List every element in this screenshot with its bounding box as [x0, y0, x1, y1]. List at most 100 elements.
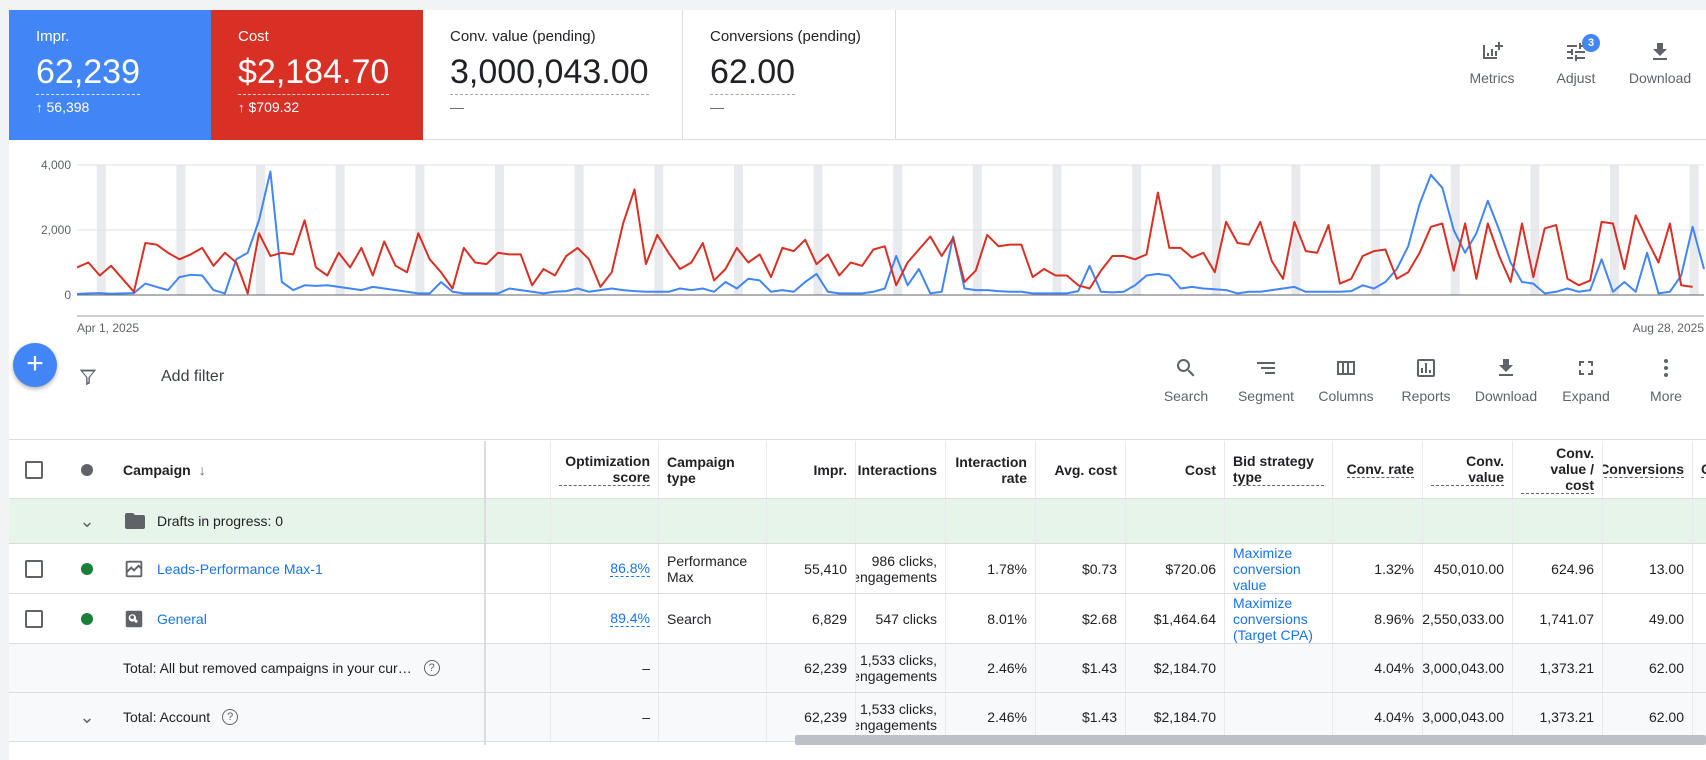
scorecard-conv-value[interactable]: Conv. value (pending) 3,000,043.00 — — [423, 10, 683, 140]
avg-cost-cell: $2.68 — [1036, 594, 1126, 643]
more-tool[interactable]: More — [1626, 356, 1706, 404]
reports-tool[interactable]: Reports — [1386, 356, 1466, 404]
conv-rate-cell: 1.32% — [1333, 544, 1423, 593]
interaction-rate-header-label: Interaction rate — [955, 453, 1027, 486]
cost-header[interactable]: Cost — [1126, 441, 1225, 498]
help-icon[interactable]: ? — [423, 660, 440, 676]
status-enabled-icon[interactable] — [81, 562, 93, 575]
add-filter-button[interactable]: Add filter — [161, 368, 224, 386]
avg-cost-header[interactable]: Avg. cost — [1036, 441, 1126, 498]
download-label: Download — [1628, 70, 1692, 86]
bid-strategy-link[interactable]: Maximize conversion value — [1233, 545, 1324, 593]
segment-icon — [1257, 362, 1275, 374]
table-row[interactable]: General 89.4% Search 6,829 547 clicks 8.… — [9, 594, 1706, 644]
more-tool-label: More — [1650, 388, 1682, 404]
select-all-checkbox[interactable] — [25, 460, 43, 479]
drafts-empty — [856, 499, 946, 543]
chevron-down-icon[interactable]: ⌄ — [79, 511, 94, 532]
opt-score-link[interactable]: 89.4% — [610, 610, 650, 627]
interactions-cell: 547 clicks — [856, 594, 946, 643]
interaction-rate-cell: 1.78% — [946, 544, 1036, 593]
row-spacer — [485, 544, 551, 593]
avg-cost-cell: $0.73 — [1036, 544, 1126, 593]
conversions-header-label: Conversions — [1603, 461, 1684, 478]
drafts-empty — [659, 499, 767, 543]
total-type-empty — [659, 644, 767, 692]
folder-icon — [125, 513, 145, 529]
filter-icon[interactable] — [77, 366, 99, 388]
conv-rate-header[interactable]: Conv. rate — [1333, 441, 1423, 498]
conv-value-header[interactable]: Conv. value — [1423, 441, 1513, 498]
expand-tool[interactable]: Expand — [1546, 356, 1626, 404]
chevron-down-icon[interactable]: ⌄ — [79, 707, 94, 728]
row-select-cell — [9, 594, 59, 643]
interaction-rate-header[interactable]: Interaction rate — [946, 441, 1036, 498]
conv-value-header-label: Conv. value — [1431, 453, 1504, 486]
metrics-label: Metrics — [1469, 70, 1515, 86]
scorecard-delta: ↑ 56,398 — [36, 99, 184, 115]
row-checkbox[interactable] — [25, 559, 43, 578]
campaign-header[interactable]: Campaign ↓ — [115, 441, 485, 498]
total-conv-value: 3,000,043.00 — [1423, 693, 1513, 741]
drafts-empty — [1126, 499, 1225, 543]
total-interactions: 1,533 clicks, engagements — [856, 693, 946, 741]
opt-score-cell: 89.4% — [551, 594, 659, 643]
arrow-up-icon: ↑ — [238, 99, 245, 115]
opt-score-header[interactable]: Optimization score — [551, 441, 659, 498]
conv-rate-header-label: Conv. rate — [1346, 461, 1414, 478]
scorecard-label: Conv. value (pending) — [450, 28, 596, 45]
download-icon — [1499, 359, 1513, 376]
frozen-column-divider[interactable] — [484, 441, 486, 745]
campaign-type-header[interactable]: Campaign type — [659, 441, 767, 498]
search-icon — [1177, 359, 1195, 377]
table-row[interactable]: Leads-Performance Max-1 86.8% Performanc… — [9, 544, 1706, 594]
campaign-name-link[interactable]: General — [157, 611, 207, 627]
scorecard-label: Impr. — [36, 28, 70, 45]
campaign-name-link[interactable]: Leads-Performance Max-1 — [157, 561, 323, 577]
drafts-spacer — [485, 499, 551, 543]
columns-tool[interactable]: Columns — [1306, 356, 1386, 404]
drafts-row[interactable]: ⌄ Drafts in progress: 0 — [9, 499, 1706, 544]
conversions-cell: 13.00 — [1603, 544, 1693, 593]
x-start-label: Apr 1, 2025 — [77, 321, 139, 335]
status-header-cell — [59, 441, 115, 498]
search-tool-label: Search — [1163, 388, 1209, 404]
scorecard-conversions[interactable]: Conversions (pending) 62.00 — — [683, 10, 896, 140]
download-tool[interactable]: Download — [1466, 356, 1546, 404]
drafts-empty — [551, 499, 659, 543]
series-line-impr — [76, 170, 1705, 295]
impr-header[interactable]: Impr. — [767, 441, 856, 498]
opt-score-link[interactable]: 86.8% — [610, 560, 650, 577]
scorecard-impressions[interactable]: Impr. 62,239 ↑ 56,398 — [9, 10, 211, 140]
scorecard-value: 62.00 — [710, 51, 796, 95]
total-interaction-rate: 2.46% — [946, 693, 1036, 741]
status-enabled-icon[interactable] — [81, 612, 93, 625]
impr-header-label: Impr. — [813, 461, 847, 478]
horizontal-scrollbar[interactable] — [795, 735, 1706, 745]
bid-strategy-link[interactable]: Maximize conversions (Target CPA) — [1233, 595, 1324, 643]
conversions-header[interactable]: Conversions — [1603, 441, 1693, 498]
interactions-header[interactable]: Interactions — [856, 441, 946, 498]
segment-tool-label: Segment — [1237, 388, 1295, 404]
performance-max-icon — [125, 560, 143, 577]
total-opt-score: – — [551, 644, 659, 692]
extra-header[interactable]: Co — [1693, 441, 1706, 498]
impr-cell: 6,829 — [767, 594, 856, 643]
download-button-top[interactable]: Download — [1628, 40, 1692, 86]
scorecard-cost[interactable]: Cost $2,184.70 ↑ $709.32 — [211, 10, 423, 140]
total-conv-rate: 4.04% — [1333, 693, 1423, 741]
conv-value-cost-header[interactable]: Conv. value / cost — [1513, 441, 1603, 498]
search-tool[interactable]: Search — [1146, 356, 1226, 404]
row-checkbox[interactable] — [25, 609, 43, 628]
total-conversions: 62.00 — [1603, 644, 1693, 692]
segment-tool[interactable]: Segment — [1226, 356, 1306, 404]
help-icon[interactable]: ? — [222, 709, 239, 725]
bid-strategy-header[interactable]: Bid strategy type — [1225, 441, 1333, 498]
drafts-empty — [1036, 499, 1126, 543]
performance-chart[interactable]: 4,000 2,000 0 Apr 1, 2025 Aug 28, 2025 — [9, 150, 1706, 350]
total-spacer — [485, 644, 551, 692]
drafts-empty — [1603, 499, 1693, 543]
drafts-empty — [767, 499, 856, 543]
adjust-button[interactable]: 3 Adjust — [1548, 34, 1604, 86]
metrics-button[interactable]: Metrics — [1464, 40, 1520, 86]
